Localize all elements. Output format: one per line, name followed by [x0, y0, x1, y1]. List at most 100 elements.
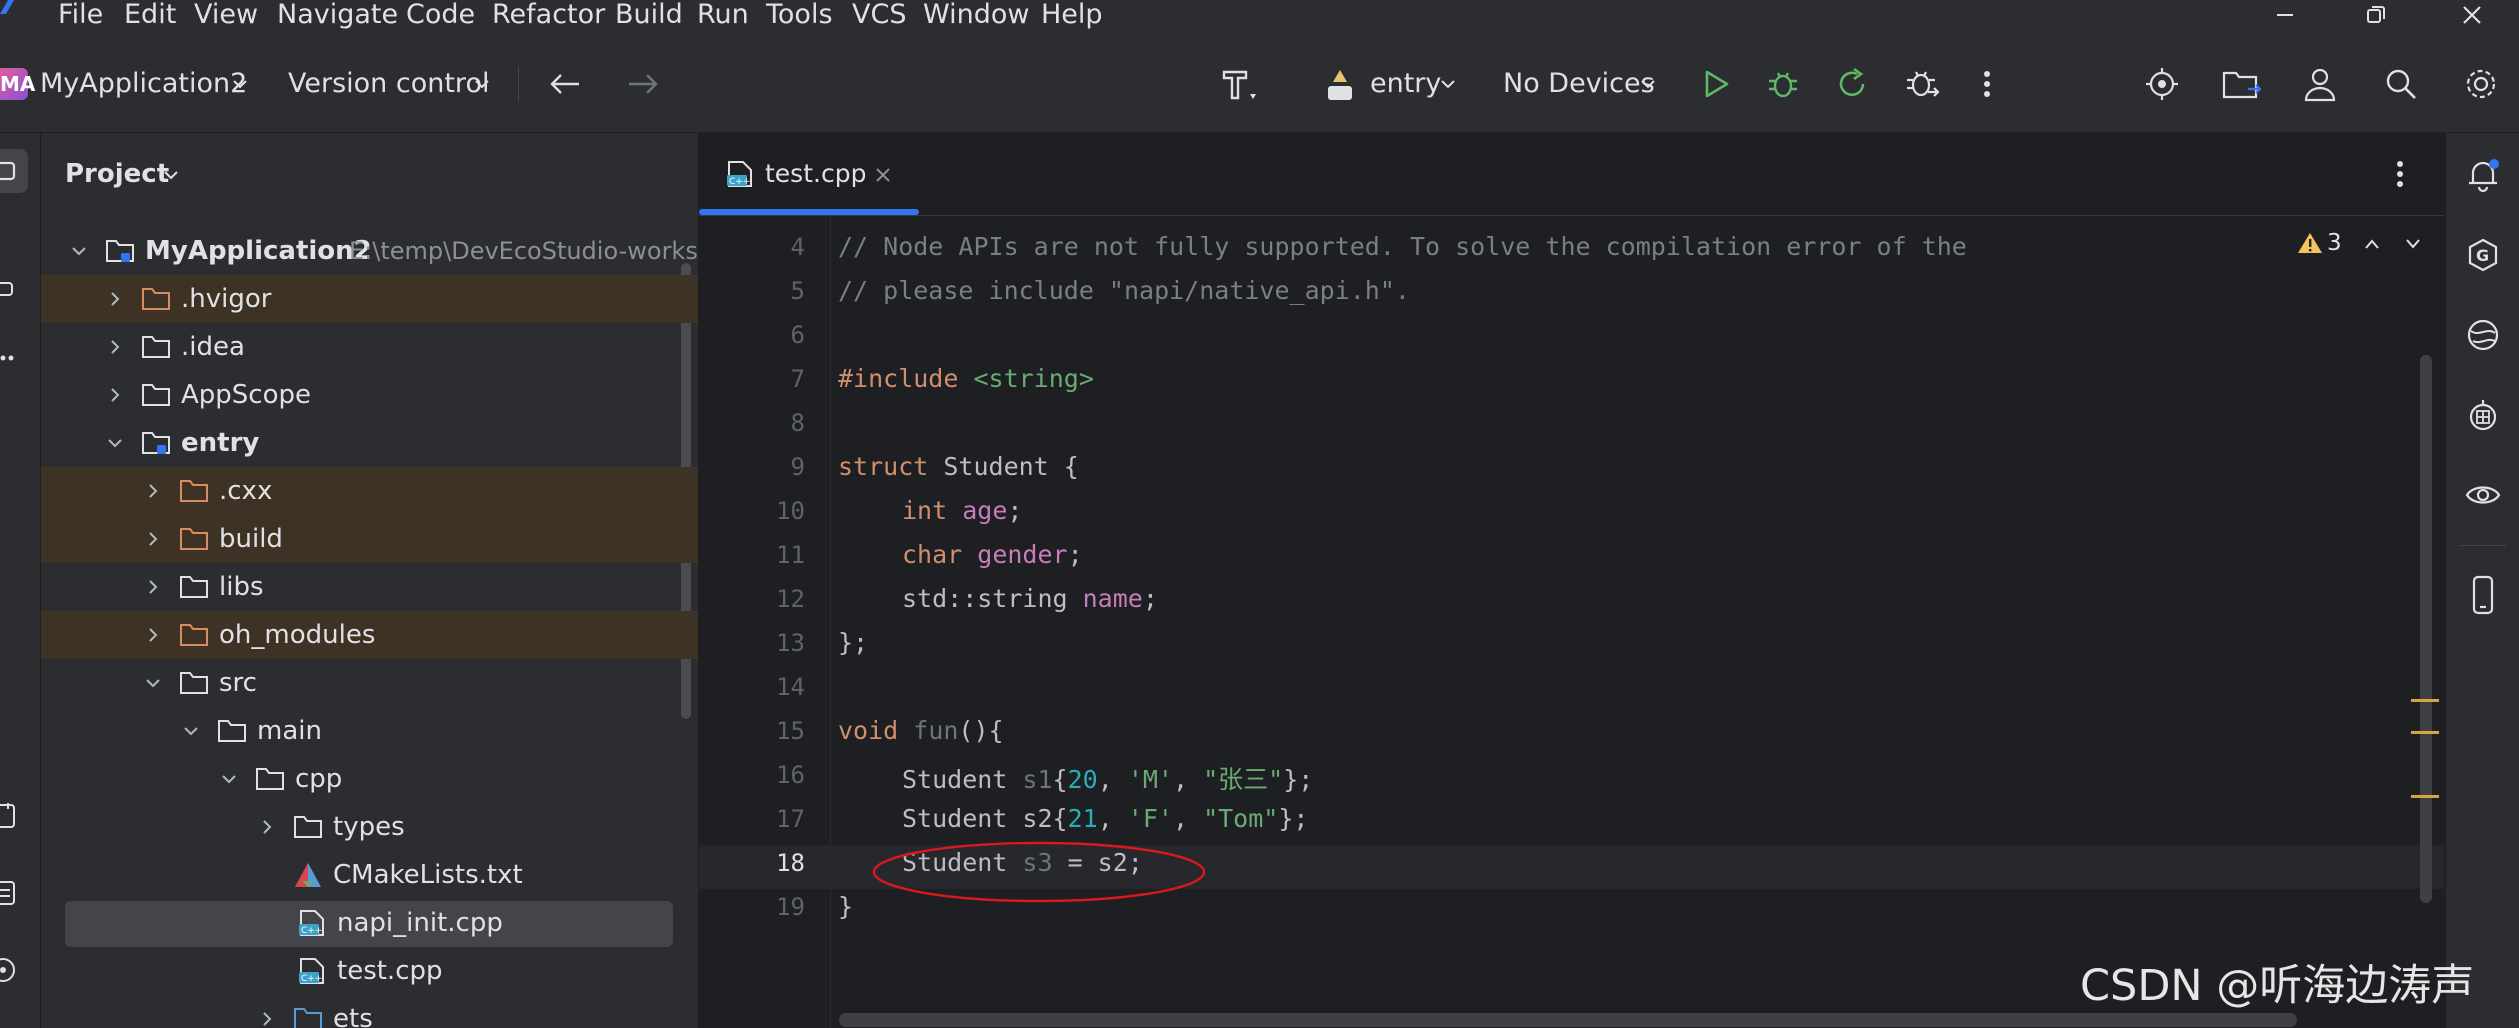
project-selector[interactable]: MyApplication2 — [40, 36, 247, 132]
log-tool-icon[interactable] — [0, 878, 18, 908]
apply-changes-button[interactable] — [1832, 64, 1872, 104]
forward-button[interactable] — [623, 64, 663, 104]
g-badge-icon: G — [2468, 238, 2498, 272]
tree-row-main[interactable]: main — [41, 707, 698, 755]
tree-row-appscope[interactable]: AppScope — [41, 371, 698, 419]
menu-view[interactable]: View — [194, 0, 258, 34]
code-line[interactable]: void fun(){ — [838, 716, 1004, 745]
settings-button[interactable] — [2461, 64, 2501, 104]
bug-icon — [1769, 72, 1797, 98]
attach-debugger-button[interactable] — [1902, 64, 1942, 104]
tree-row-libs[interactable]: libs — [41, 563, 698, 611]
code-line[interactable]: // Node APIs are not fully supported. To… — [838, 232, 1980, 261]
chevron-up-icon[interactable] — [2363, 237, 2381, 251]
editor-horizontal-scrollbar[interactable] — [839, 1013, 2297, 1027]
tree-row-idea[interactable]: .idea — [41, 323, 698, 371]
menu-help[interactable]: Help — [1041, 0, 1103, 34]
device-monitor-button[interactable] — [2142, 64, 2182, 104]
tree-row-entry[interactable]: entry — [41, 419, 698, 467]
menu-navigate[interactable]: Navigate — [277, 0, 398, 34]
module-icon — [1328, 70, 1352, 100]
menu-vcs[interactable]: VCS — [852, 0, 906, 34]
tree-row-cxx[interactable]: .cxx — [41, 467, 698, 515]
line-number-current: 18 — [776, 849, 805, 877]
todo-tool-icon[interactable] — [0, 801, 18, 831]
tree-row-src[interactable]: src — [41, 659, 698, 707]
menu-window[interactable]: Window — [923, 0, 1029, 34]
line-number: 11 — [776, 541, 805, 569]
notifications-button[interactable] — [2463, 155, 2503, 195]
warning-stripe[interactable] — [2411, 795, 2439, 798]
run-config-selector[interactable]: entry — [1370, 36, 1441, 132]
code-line[interactable]: struct Student { — [838, 452, 1079, 481]
tree-row-types[interactable]: types — [41, 803, 698, 851]
more-vertical-icon — [1984, 71, 1990, 97]
warning-stripe[interactable] — [2411, 699, 2439, 702]
editor-vertical-scrollbar[interactable] — [2420, 355, 2432, 903]
open-folder-button[interactable] — [2222, 64, 2262, 104]
tree-row-napi-init[interactable]: C++ napi_init.cpp — [41, 899, 698, 947]
tree-row-cmakelists[interactable]: CMakeLists.txt — [41, 851, 698, 899]
more-vertical-icon[interactable] — [2395, 159, 2405, 189]
menu-run[interactable]: Run — [697, 0, 749, 34]
menu-edit[interactable]: Edit — [124, 0, 176, 34]
chevron-down-icon — [184, 727, 198, 736]
debug-button[interactable] — [1763, 64, 1803, 104]
more-actions-button[interactable] — [1967, 64, 2007, 104]
line-number: 16 — [776, 761, 805, 789]
code-line[interactable]: Student s1{20, 'M', "张三"}; — [902, 760, 1313, 796]
tree-row-root[interactable]: MyApplication2 E:\temp\DevEcoStudio-work… — [41, 227, 698, 275]
code-line[interactable]: int age; — [902, 496, 1022, 525]
project-badge[interactable]: MA — [0, 68, 35, 100]
run-button[interactable] — [1696, 64, 1736, 104]
device-emulator-button[interactable] — [2463, 575, 2503, 615]
tree-row-build[interactable]: build — [41, 515, 698, 563]
minimize-button[interactable] — [2245, 0, 2325, 30]
menu-code[interactable]: Code — [406, 0, 475, 34]
search-everywhere-button[interactable] — [2381, 64, 2421, 104]
restore-button[interactable] — [2336, 0, 2416, 30]
device-selector[interactable]: No Devices — [1503, 36, 1655, 132]
build-hammer-button[interactable] — [1220, 64, 1260, 104]
code-line[interactable]: #include <string> — [838, 364, 1094, 393]
warnings-count[interactable]: 3 — [2327, 227, 2342, 259]
previewer-button[interactable] — [2463, 475, 2503, 515]
chevron-down-icon[interactable] — [2404, 237, 2422, 251]
code-line[interactable]: std::string name; — [902, 584, 1158, 613]
tree-row-hvigor[interactable]: .hvigor — [41, 275, 698, 323]
menu-tools[interactable]: Tools — [766, 0, 833, 34]
code-line[interactable]: char gender; — [902, 540, 1083, 569]
menu-bar: File Edit View Navigate Code Refactor Bu… — [0, 0, 2519, 36]
network-button[interactable] — [2463, 315, 2503, 355]
tree-label: napi_init.cpp — [337, 908, 503, 938]
cpp-file-icon: C++ — [727, 161, 752, 187]
toolbar-divider — [518, 66, 519, 102]
code-line[interactable]: }; — [838, 628, 868, 657]
menu-build[interactable]: Build — [615, 0, 683, 34]
refresh-icon — [1839, 67, 1865, 97]
commit-tool-icon[interactable] — [0, 279, 16, 299]
tree-row-test-cpp[interactable]: C++ test.cpp — [41, 947, 698, 995]
tree-row-ets[interactable]: ets — [41, 995, 698, 1028]
code-line[interactable]: } — [838, 892, 853, 921]
project-tool-button[interactable] — [0, 149, 28, 193]
codegenie-button[interactable]: G — [2463, 235, 2503, 275]
bug-attach-icon — [1907, 71, 1940, 97]
code-line[interactable]: // please include "napi/native_api.h". — [838, 276, 1410, 305]
back-button[interactable] — [545, 64, 585, 104]
device-manager-button[interactable] — [2463, 395, 2503, 435]
problems-tool-icon[interactable] — [0, 955, 18, 985]
tree-row-oh-modules[interactable]: oh_modules — [41, 611, 698, 659]
more-tools-icon[interactable] — [0, 343, 16, 373]
tree-row-cpp[interactable]: cpp — [41, 755, 698, 803]
close-window-button[interactable] — [2432, 0, 2512, 30]
code-line[interactable]: Student s2{21, 'F', "Tom"}; — [902, 804, 1308, 833]
menu-file[interactable]: File — [58, 0, 103, 34]
warning-icon[interactable] — [2297, 231, 2323, 255]
close-tab-icon[interactable] — [875, 167, 891, 183]
vcs-selector[interactable]: Version control — [288, 36, 489, 132]
account-button[interactable] — [2300, 64, 2340, 104]
project-panel-title[interactable]: Project — [65, 133, 169, 215]
warning-stripe[interactable] — [2411, 731, 2439, 734]
menu-refactor[interactable]: Refactor — [492, 0, 605, 34]
